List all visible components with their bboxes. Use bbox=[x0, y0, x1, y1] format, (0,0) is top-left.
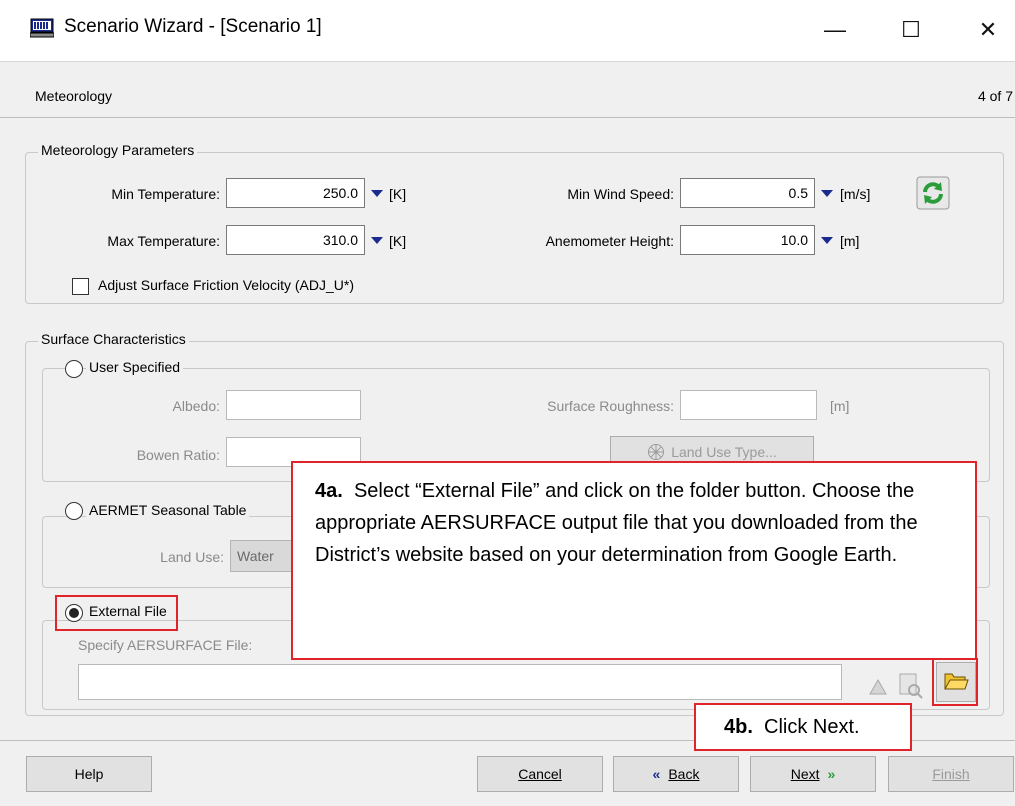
bowen-ratio-label: Bowen Ratio: bbox=[136, 447, 220, 463]
min-temperature-unit: [K] bbox=[389, 186, 407, 202]
min-temperature-unit-dropdown[interactable] bbox=[371, 190, 383, 197]
refresh-icon[interactable] bbox=[916, 176, 950, 210]
minimize-button[interactable]: — bbox=[812, 10, 858, 50]
anemometer-height-unit-dropdown[interactable] bbox=[821, 237, 833, 244]
surface-characteristics-title: Surface Characteristics bbox=[38, 331, 189, 347]
close-button[interactable]: ✕ bbox=[965, 10, 1011, 50]
max-temperature-label: Max Temperature: bbox=[107, 233, 220, 249]
anemometer-height-label: Anemometer Height: bbox=[545, 233, 674, 249]
adj-u-label: Adjust Surface Friction Velocity (ADJ_U*… bbox=[98, 277, 354, 293]
window-title: Scenario Wizard - [Scenario 1] bbox=[64, 16, 322, 37]
surface-roughness-label: Surface Roughness: bbox=[547, 398, 674, 414]
callout-4a-number: 4a. bbox=[315, 480, 343, 502]
land-use-wheel-icon bbox=[647, 443, 665, 461]
land-use-type-label: Land Use Type... bbox=[671, 444, 777, 460]
callout-4a-text: Select “External File” and click on the … bbox=[315, 480, 918, 566]
external-file-highlight bbox=[55, 595, 178, 631]
aersurface-file-label: Specify AERSURFACE File: bbox=[78, 637, 253, 653]
anemometer-height-unit: [m] bbox=[840, 233, 860, 249]
step-counter: 4 of 7 bbox=[977, 88, 1013, 104]
clear-file-icon[interactable] bbox=[866, 676, 890, 700]
land-use-select[interactable]: Water bbox=[230, 540, 294, 572]
back-label: Back bbox=[668, 766, 700, 782]
land-use-label: Land Use: bbox=[160, 549, 224, 565]
cancel-button[interactable]: Cancel bbox=[477, 756, 603, 792]
finish-label: Finish bbox=[932, 766, 970, 782]
max-temperature-input[interactable]: 310.0 bbox=[226, 225, 365, 255]
max-temperature-unit: [K] bbox=[389, 233, 407, 249]
min-wind-speed-input[interactable]: 0.5 bbox=[680, 178, 815, 208]
back-arrow-icon: « bbox=[652, 766, 661, 782]
meteorology-parameters-title: Meteorology Parameters bbox=[38, 142, 198, 158]
aermet-seasonal-label: AERMET Seasonal Table bbox=[86, 502, 250, 518]
next-label: Next bbox=[790, 766, 820, 782]
finish-button[interactable]: Finish bbox=[888, 756, 1014, 792]
folder-button-highlight bbox=[932, 658, 978, 706]
callout-4b-text: Click Next. bbox=[764, 716, 860, 738]
anemometer-height-input[interactable]: 10.0 bbox=[680, 225, 815, 255]
surface-roughness-input[interactable] bbox=[680, 390, 817, 420]
min-temperature-label: Min Temperature: bbox=[111, 186, 220, 202]
min-temperature-input[interactable]: 250.0 bbox=[226, 178, 365, 208]
max-temperature-unit-dropdown[interactable] bbox=[371, 237, 383, 244]
help-button[interactable]: Help bbox=[26, 756, 152, 792]
surface-roughness-unit: [m] bbox=[830, 398, 850, 414]
albedo-label: Albedo: bbox=[172, 398, 220, 414]
back-button[interactable]: « Back bbox=[613, 756, 739, 792]
step-title: Meteorology bbox=[35, 88, 113, 104]
wizard-header bbox=[0, 62, 1015, 118]
min-wind-speed-label: Min Wind Speed: bbox=[567, 186, 674, 202]
adj-u-checkbox[interactable] bbox=[72, 278, 89, 295]
min-wind-speed-unit-dropdown[interactable] bbox=[821, 190, 833, 197]
min-wind-speed-unit: [m/s] bbox=[840, 186, 871, 202]
app-icon bbox=[29, 18, 55, 38]
next-button[interactable]: Next » bbox=[750, 756, 876, 792]
user-specified-label: User Specified bbox=[86, 359, 184, 375]
user-specified-radio[interactable] bbox=[65, 360, 83, 378]
aermet-seasonal-radio[interactable] bbox=[65, 502, 83, 520]
cancel-label: Cancel bbox=[518, 766, 562, 782]
view-file-icon[interactable] bbox=[898, 672, 924, 700]
callout-step-4b: 4b. Click Next. bbox=[694, 703, 912, 751]
next-arrow-icon: » bbox=[827, 766, 836, 782]
maximize-button[interactable]: ☐ bbox=[888, 10, 934, 50]
albedo-input[interactable] bbox=[226, 390, 361, 420]
callout-step-4a: 4a. Select “External File” and click on … bbox=[291, 461, 977, 660]
callout-4b-number: 4b. bbox=[724, 716, 753, 738]
aersurface-file-input[interactable] bbox=[78, 664, 842, 700]
